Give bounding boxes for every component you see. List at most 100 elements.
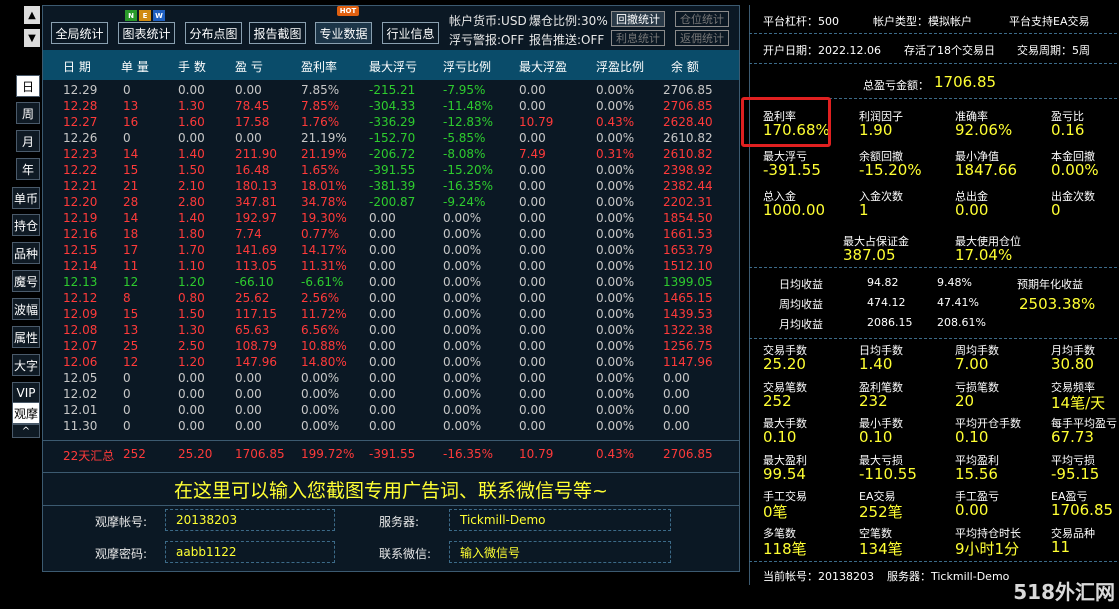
cell-float-profit-ratio: 0.00% xyxy=(596,227,635,241)
col-header-lots[interactable]: 手 数 xyxy=(178,58,206,75)
scroll-down-arrow-icon[interactable]: ▼ xyxy=(24,29,40,47)
industry-info-button[interactable]: 行业信息 xyxy=(382,22,439,44)
col-header-date[interactable]: 日 期 xyxy=(63,58,91,75)
caret-up-icon[interactable]: ^ xyxy=(12,424,40,438)
cell-balance: 1653.79 xyxy=(663,243,713,257)
chart-stats-button[interactable]: 图表统计 xyxy=(118,22,175,44)
cell-date: 12.14 xyxy=(63,259,98,273)
col-header-balance[interactable]: 余 额 xyxy=(671,58,699,75)
table-row[interactable]: 12.01 0 0.00 0.00 0.00% 0.00 0.00% 0.00 0.00% 0.0… xyxy=(43,402,739,418)
table-row[interactable]: 12.29 0 0.00 0.00 7.85% -215.21 -7.95% 0.00 0.00… xyxy=(43,82,739,98)
cell-max-float-loss: -152.70 xyxy=(369,131,416,145)
cell-date: 12.15 xyxy=(63,243,98,257)
tab-holdings[interactable]: 持仓 xyxy=(12,214,40,236)
tab-amplitude[interactable]: 波幅 xyxy=(12,298,40,320)
metric-value: 0.10 xyxy=(859,428,893,446)
tab-vip[interactable]: VIP xyxy=(12,382,40,404)
table-row[interactable]: 12.05 0 0.00 0.00 0.00% 0.00 0.00% 0.00 0.00% 0.0… xyxy=(43,370,739,386)
watch-account-field[interactable]: 20138203 xyxy=(165,509,335,531)
cell-date: 12.26 xyxy=(63,131,98,145)
table-row[interactable]: 12.13 12 1.20 -66.10 -6.61% 0.00 0.00% 0.00 0.00… xyxy=(43,274,739,290)
col-header-float-loss-ratio[interactable]: 浮亏比例 xyxy=(443,58,491,75)
rebate-stats-button[interactable]: 返佣统计 xyxy=(675,30,729,46)
col-header-pnl[interactable]: 盈 亏 xyxy=(235,58,263,75)
cell-orders: 0 xyxy=(123,387,131,401)
metric-value: 92.06% xyxy=(955,121,1013,139)
summary-profit-rate: 199.72% xyxy=(301,447,355,461)
table-row[interactable]: 12.22 15 1.50 16.48 1.65% -391.55 -15.20% 0.00 0… xyxy=(43,162,739,178)
cell-pnl: 0.00 xyxy=(235,83,262,97)
cell-lots: 1.40 xyxy=(178,147,205,161)
col-header-orders[interactable]: 单 量 xyxy=(121,58,149,75)
cell-float-loss-ratio: -15.20% xyxy=(443,163,494,177)
cell-float-loss-ratio: 0.00% xyxy=(443,419,482,433)
col-header-profit-rate[interactable]: 盈利率 xyxy=(301,58,337,75)
cell-profit-rate: 0.00% xyxy=(301,371,340,385)
table-row[interactable]: 12.08 13 1.30 65.63 6.56% 0.00 0.00% 0.00 0.00% 1… xyxy=(43,322,739,338)
table-row[interactable]: 12.16 18 1.80 7.74 0.77% 0.00 0.00% 0.00 0.00% 16… xyxy=(43,226,739,242)
watch-password-field[interactable]: aabb1122 xyxy=(165,541,335,563)
server-field[interactable]: Tickmill-Demo xyxy=(449,509,671,531)
cell-lots: 0.00 xyxy=(178,419,205,433)
table-row[interactable]: 12.06 12 1.20 147.96 14.80% 0.00 0.00% 0.00 0.00… xyxy=(43,354,739,370)
cell-lots: 0.00 xyxy=(178,131,205,145)
table-row[interactable]: 12.27 16 1.60 17.58 1.76% -336.29 -12.83% 10.79… xyxy=(43,114,739,130)
cell-lots: 0.00 xyxy=(178,83,205,97)
table-row[interactable]: 12.02 0 0.00 0.00 0.00% 0.00 0.00% 0.00 0.00% 0.0… xyxy=(43,386,739,402)
tab-big-font[interactable]: 大字 xyxy=(12,354,40,376)
tab-single-currency[interactable]: 单币 xyxy=(12,187,40,209)
tab-watch[interactable]: 观摩 xyxy=(12,402,40,424)
table-row[interactable]: 12.23 14 1.40 211.90 21.19% -206.72 -8.08% 7.49… xyxy=(43,146,739,162)
tab-week[interactable]: 周 xyxy=(16,102,40,124)
cell-balance: 2382.44 xyxy=(663,179,713,193)
cell-date: 12.13 xyxy=(63,275,98,289)
col-header-max-float-loss[interactable]: 最大浮亏 xyxy=(369,58,417,75)
weekly-income-value: 474.12 xyxy=(867,296,906,309)
ad-banner: 在这里可以输入您截图专用广告词、联系微信号等~ xyxy=(43,472,739,506)
table-row[interactable]: 12.15 17 1.70 141.69 14.17% 0.00 0.00% 0.00 0.00… xyxy=(43,242,739,258)
cell-max-float-profit: 0.00 xyxy=(519,227,546,241)
cell-max-float-loss: 0.00 xyxy=(369,259,396,273)
cell-max-float-profit: 0.00 xyxy=(519,323,546,337)
metric-value: 232 xyxy=(859,391,888,410)
table-row[interactable]: 12.28 13 1.30 78.45 7.85% -304.33 -11.48% 0.00 0… xyxy=(43,98,739,114)
tab-variety[interactable]: 品种 xyxy=(12,242,40,264)
table-row[interactable]: 12.12 8 0.80 25.62 2.56% 0.00 0.00% 0.00 0.00% 14… xyxy=(43,290,739,306)
monthly-income-pct: 208.61% xyxy=(937,316,986,329)
global-stats-button[interactable]: 全局统计 xyxy=(51,22,108,44)
table-row[interactable]: 12.21 21 2.10 180.13 18.01% -381.39 -16.35% 0.0… xyxy=(43,178,739,194)
wechat-field[interactable]: 输入微信号 xyxy=(449,541,671,563)
table-row[interactable]: 12.14 11 1.10 113.05 11.31% 0.00 0.00% 0.00 0.00… xyxy=(43,258,739,274)
cell-float-loss-ratio: 0.00% xyxy=(443,387,482,401)
col-header-float-profit-ratio[interactable]: 浮盈比例 xyxy=(596,58,644,75)
tab-day[interactable]: 日 xyxy=(16,75,40,97)
tab-attribute[interactable]: 属性 xyxy=(12,326,40,348)
cell-balance: 0.00 xyxy=(663,371,690,385)
distribution-button[interactable]: 分布点图 xyxy=(185,22,242,44)
cell-max-float-profit: 0.00 xyxy=(519,419,546,433)
table-row[interactable]: 12.20 28 2.80 347.81 34.78% -200.87 -9.24% 0.00… xyxy=(43,194,739,210)
summary-lots: 25.20 xyxy=(178,447,213,461)
table-row[interactable]: 11.30 0 0.00 0.00 0.00% 0.00 0.00% 0.00 0.00% 0.0… xyxy=(43,418,739,434)
table-row[interactable]: 12.09 15 1.50 117.15 11.72% 0.00 0.00% 0.00 0.00… xyxy=(43,306,739,322)
position-stats-button[interactable]: 仓位统计 xyxy=(675,11,729,27)
cell-float-profit-ratio: 0.00% xyxy=(596,419,635,433)
cell-profit-rate: 11.72% xyxy=(301,307,347,321)
drawdown-stats-button[interactable]: 回撤统计 xyxy=(611,11,665,27)
tab-month[interactable]: 月 xyxy=(16,130,40,152)
scroll-up-arrow-icon[interactable]: ▲ xyxy=(24,6,40,24)
tab-magic-number[interactable]: 魔号 xyxy=(12,270,40,292)
tab-year[interactable]: 年 xyxy=(16,158,40,180)
table-row[interactable]: 12.26 0 0.00 0.00 21.19% -152.70 -5.85% 0.00 0.0… xyxy=(43,130,739,146)
cell-max-float-loss: -206.72 xyxy=(369,147,416,161)
table-row[interactable]: 12.07 25 2.50 108.79 10.88% 0.00 0.00% 0.00 0.00… xyxy=(43,338,739,354)
pro-data-button[interactable]: 专业数据 xyxy=(315,22,372,44)
cell-profit-rate: 7.85% xyxy=(301,83,340,97)
cell-float-profit-ratio: 0.00% xyxy=(596,339,635,353)
table-row[interactable]: 12.19 14 1.40 192.97 19.30% 0.00 0.00% 0.00 0.00… xyxy=(43,210,739,226)
report-screenshot-button[interactable]: 报告截图 xyxy=(249,22,306,44)
interest-stats-button[interactable]: 利息统计 xyxy=(611,30,665,46)
max-margin-value: 387.05 xyxy=(843,246,896,264)
cell-balance: 1465.15 xyxy=(663,291,713,305)
col-header-max-float-profit[interactable]: 最大浮盈 xyxy=(519,58,567,75)
